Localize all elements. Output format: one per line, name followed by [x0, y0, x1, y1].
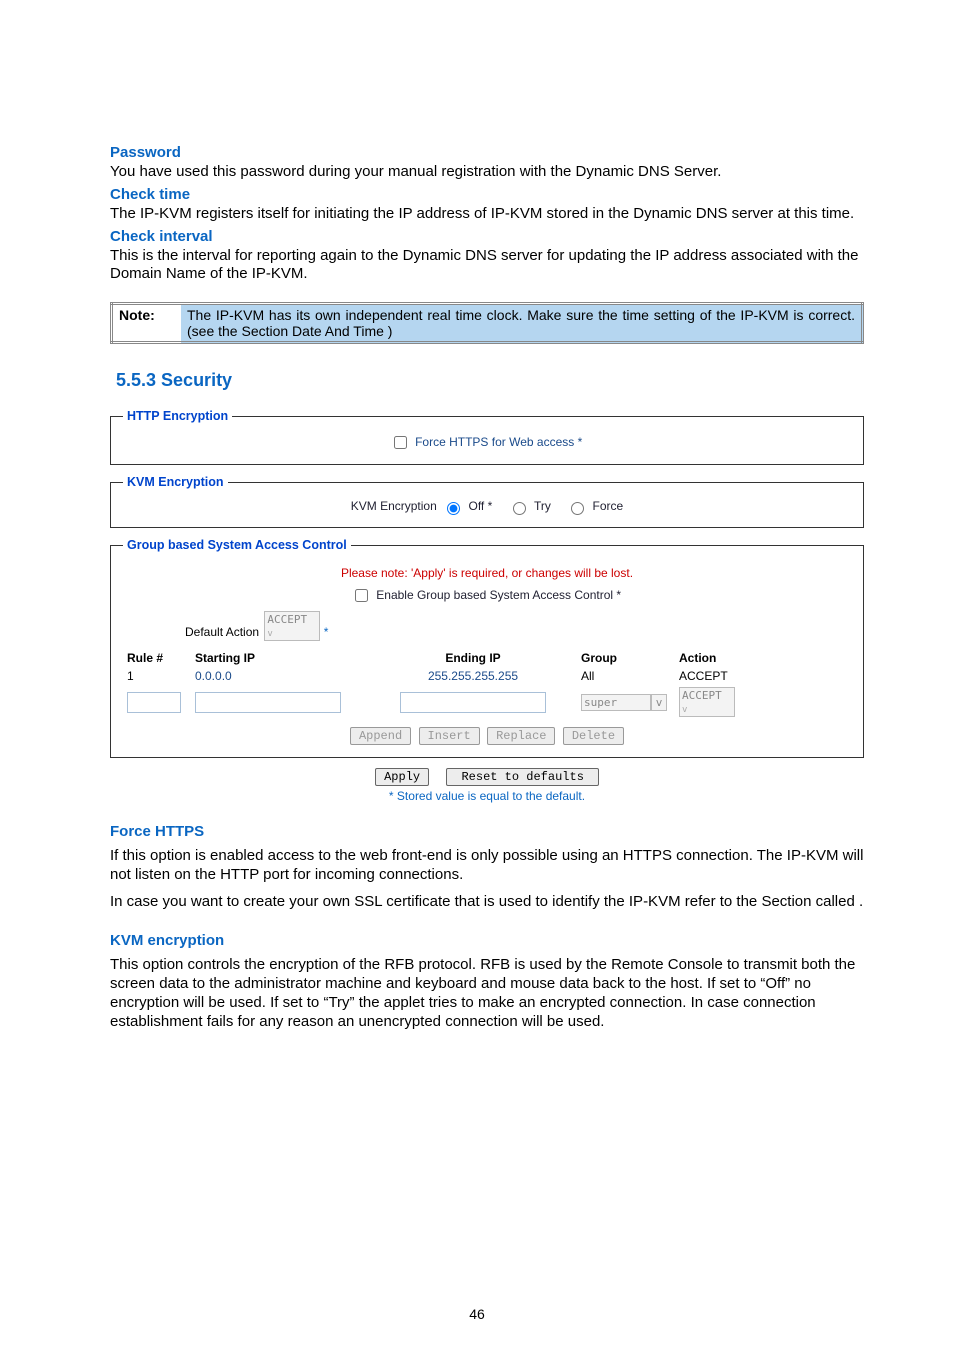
kvm-force-radio[interactable]: [571, 502, 584, 515]
start-ip-input[interactable]: [195, 692, 341, 713]
kvm-enc-p: This option controls the encryption of t…: [110, 955, 864, 1032]
force-https-heading: Force HTTPS: [110, 823, 864, 840]
end-ip-input[interactable]: [400, 692, 546, 713]
checktime-heading: Check time: [110, 186, 864, 203]
append-button[interactable]: Append: [350, 727, 411, 745]
force-https-p1: If this option is enabled access to the …: [110, 846, 864, 884]
action-cell: ACCEPT: [675, 667, 851, 685]
security-section-heading: 5.5.3 Security: [116, 370, 864, 391]
delete-button[interactable]: Delete: [563, 727, 624, 745]
kvm-encryption-label: KVM Encryption: [351, 499, 437, 513]
kvm-force-label: Force: [593, 499, 624, 513]
default-action-label: Default Action: [185, 625, 259, 639]
enable-group-checkbox[interactable]: [355, 589, 368, 602]
kvm-encryption-legend: KVM Encryption: [123, 475, 228, 489]
end-cell: 255.255.255.255: [369, 667, 577, 685]
http-encryption-legend: HTTP Encryption: [123, 409, 232, 423]
force-https-label: Force HTTPS for Web access *: [415, 435, 582, 449]
apply-button[interactable]: Apply: [375, 768, 429, 786]
checkinterval-heading: Check interval: [110, 228, 864, 245]
table-row: 1 0.0.0.0 255.255.255.255 All ACCEPT: [123, 667, 851, 685]
note-body: The IP-KVM has its own independent real …: [181, 304, 863, 343]
col-group: Group: [577, 649, 675, 667]
password-heading: Password: [110, 144, 864, 161]
rules-table: Rule # Starting IP Ending IP Group Actio…: [123, 649, 851, 719]
input-row: superv ACCEPT v: [123, 685, 851, 719]
group-access-legend: Group based System Access Control: [123, 538, 351, 552]
col-action: Action: [675, 649, 851, 667]
kvm-encryption-panel: KVM Encryption KVM Encryption Off * Try …: [110, 475, 864, 528]
rule-input[interactable]: [127, 692, 181, 713]
reset-button[interactable]: Reset to defaults: [446, 768, 598, 786]
stored-value-footnote: * Stored value is equal to the default.: [110, 789, 864, 803]
col-rule: Rule #: [123, 649, 191, 667]
group-cell: All: [577, 667, 675, 685]
force-https-checkbox[interactable]: [394, 436, 407, 449]
group-select[interactable]: super: [581, 694, 651, 711]
col-end: Ending IP: [369, 649, 577, 667]
rule-cell: 1: [123, 667, 191, 685]
col-start: Starting IP: [191, 649, 369, 667]
group-access-panel: Group based System Access Control Please…: [110, 538, 864, 758]
kvm-try-label: Try: [534, 499, 551, 513]
action-select[interactable]: ACCEPT v: [679, 687, 735, 717]
kvm-enc-heading: KVM encryption: [110, 932, 864, 949]
kvm-off-label: Off *: [468, 499, 492, 513]
note-box: Note: The IP-KVM has its own independent…: [110, 302, 864, 344]
checktime-body: The IP-KVM registers itself for initiati…: [110, 205, 864, 224]
insert-button[interactable]: Insert: [419, 727, 480, 745]
start-cell: 0.0.0.0: [191, 667, 369, 685]
default-action-asterisk: *: [324, 625, 329, 639]
group-access-warning: Please note: 'Apply' is required, or cha…: [123, 566, 851, 580]
checkinterval-body: This is the interval for reporting again…: [110, 247, 864, 285]
note-label: Note:: [112, 304, 182, 343]
default-action-select[interactable]: ACCEPT v: [264, 611, 320, 641]
force-https-p2: In case you want to create your own SSL …: [110, 892, 864, 911]
page-number: 46: [0, 1306, 954, 1322]
http-encryption-panel: HTTP Encryption Force HTTPS for Web acce…: [110, 409, 864, 465]
group-select-arrow[interactable]: v: [651, 694, 667, 711]
password-body: You have used this password during your …: [110, 163, 864, 182]
kvm-off-radio[interactable]: [447, 502, 460, 515]
replace-button[interactable]: Replace: [487, 727, 555, 745]
enable-group-label: Enable Group based System Access Control…: [376, 588, 621, 602]
kvm-try-radio[interactable]: [513, 502, 526, 515]
